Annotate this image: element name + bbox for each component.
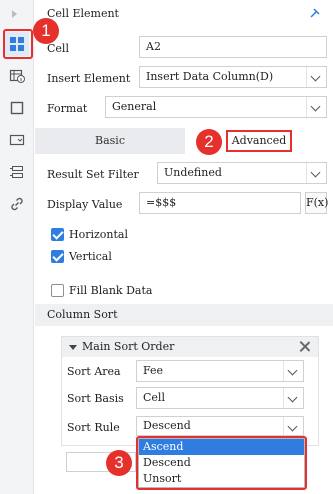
result-filter-label: Result Set Filter	[47, 168, 139, 181]
chevron-down-icon	[283, 388, 303, 408]
sort-basis-label: Sort Basis	[67, 392, 124, 405]
sort-area-select[interactable]: Fee	[136, 360, 304, 382]
insert-element-value: Insert Data Column(D)	[146, 70, 274, 83]
tab-basic[interactable]: Basic	[35, 128, 185, 154]
icon-rail	[0, 0, 34, 494]
display-value-label: Display Value	[47, 198, 123, 211]
sort-rule-value: Descend	[143, 419, 191, 432]
format-value: General	[112, 100, 157, 113]
sort-area-label: Sort Area	[67, 365, 121, 378]
sort-rule-select[interactable]: Descend	[136, 416, 304, 436]
column-sort-label: Column Sort	[47, 308, 118, 321]
format-select[interactable]: General	[105, 96, 327, 118]
callout-badge-1: 1	[33, 18, 59, 44]
format-label: Format	[47, 102, 88, 115]
result-filter-value: Undefined	[164, 166, 222, 179]
tab-advanced-label: Advanced	[225, 130, 293, 152]
sort-basis-select[interactable]: Cell	[136, 387, 304, 409]
chevron-down-icon	[306, 97, 326, 117]
cell-label: Cell	[47, 42, 69, 55]
close-icon[interactable]	[299, 341, 310, 352]
insert-element-select[interactable]: Insert Data Column(D)	[139, 66, 327, 88]
main-sort-order-panel: Main Sort Order Sort Area Fee Sort Basis…	[61, 336, 319, 446]
sort-basis-value: Cell	[143, 391, 165, 404]
main-sort-order-title: Main Sort Order	[82, 340, 175, 353]
pin-icon[interactable]	[309, 7, 321, 19]
column-sort-header[interactable]: Column Sort	[35, 304, 333, 326]
callout-badge-2: 2	[196, 129, 222, 155]
cell-input[interactable]: A2	[139, 36, 327, 58]
display-value-input[interactable]: =$$$	[139, 192, 301, 214]
chevron-down-icon	[283, 361, 303, 381]
sort-rule-dropdown: Ascend Descend Unsort	[138, 438, 305, 488]
dropdown-option-descend[interactable]: Descend	[139, 455, 304, 471]
chevron-down-icon	[306, 67, 326, 87]
hyperlink-icon[interactable]	[5, 192, 29, 216]
condition-icon[interactable]	[5, 160, 29, 184]
expand-arrow-icon[interactable]	[12, 10, 17, 18]
chevron-down-icon	[306, 163, 326, 183]
fill-blank-label: Fill Blank Data	[69, 284, 153, 297]
insert-element-label: Insert Element	[47, 72, 131, 85]
result-filter-select[interactable]: Undefined	[157, 162, 327, 184]
horizontal-checkbox[interactable]	[51, 228, 64, 241]
chevron-down-icon	[283, 417, 303, 435]
horizontal-label: Horizontal	[69, 228, 128, 241]
dropdown-option-unsort[interactable]: Unsort	[139, 471, 304, 487]
dropdown-option-ascend[interactable]: Ascend	[139, 439, 304, 455]
widget-icon[interactable]	[5, 128, 29, 152]
fill-blank-checkbox[interactable]	[51, 284, 64, 297]
cell-attribute-icon[interactable]	[5, 64, 29, 88]
panel-title: Cell Element	[47, 7, 119, 20]
callout-badge-3: 3	[106, 450, 132, 476]
sort-area-value: Fee	[143, 364, 164, 377]
main-sort-order-header[interactable]: Main Sort Order	[62, 337, 318, 357]
vertical-label: Vertical	[69, 250, 112, 263]
cell-element-icon[interactable]	[5, 32, 29, 56]
formula-button[interactable]: F(x)	[305, 192, 328, 214]
vertical-checkbox[interactable]	[51, 250, 64, 263]
collapse-triangle-icon	[69, 345, 77, 350]
panel-header: Cell Element	[35, 0, 333, 28]
tab-bar: Basic Advanced	[35, 128, 333, 154]
cell-element-panel: Cell Element Cell A2 Insert Element Inse…	[35, 0, 333, 494]
border-icon[interactable]	[5, 96, 29, 120]
sort-rule-label: Sort Rule	[67, 421, 120, 434]
